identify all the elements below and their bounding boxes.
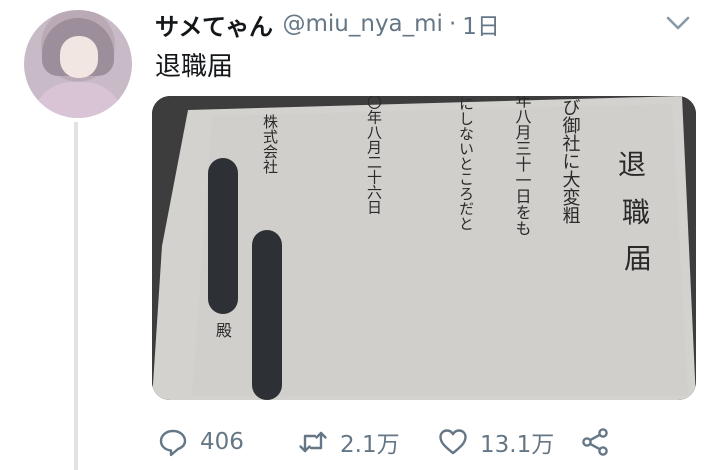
like-button[interactable]: 13.1万 <box>438 422 554 462</box>
letter-title-char-3: 届 <box>624 242 652 275</box>
chevron-down-icon[interactable] <box>664 12 692 34</box>
letter-body-line-1: このたび御社に大変粗 <box>560 96 581 224</box>
display-name[interactable]: サメてゃん <box>155 7 273 42</box>
letter-body-line-3: 新卒を大事にしないところだと <box>457 96 475 231</box>
letter-honorific: 殿 <box>216 321 232 340</box>
tweet-text: 退職届 <box>155 52 234 82</box>
share-icon <box>582 428 608 456</box>
separator-dot: · <box>448 11 457 37</box>
like-count: 13.1万 <box>480 432 555 458</box>
avatar[interactable] <box>24 10 132 118</box>
tweet-media-image[interactable]: 退 職 届 このたび御社に大変粗 二〇二〇年八月三十一日をも 新卒を大事にしない… <box>152 96 696 400</box>
timestamp[interactable]: 1日 <box>462 7 500 41</box>
redaction-bar-2 <box>252 230 282 400</box>
reply-button[interactable]: 406 <box>158 422 244 462</box>
retweet-count: 2.1万 <box>340 432 400 458</box>
thread-line <box>74 122 78 470</box>
letter-title-char-2: 職 <box>622 196 650 229</box>
user-handle[interactable]: @miu_nya_mi <box>283 11 443 37</box>
letter-date: 二〇二〇年八月二十六日 <box>365 96 383 215</box>
letter-title-char-1: 退 <box>618 148 646 181</box>
retweet-button[interactable]: 2.1万 <box>298 422 400 462</box>
letter-company: 株式会社 <box>261 114 279 174</box>
reply-icon <box>159 429 187 457</box>
retweet-icon <box>299 431 327 453</box>
avatar-face <box>60 36 98 78</box>
tweet-header: サメてゃん @miu_nya_mi · 1日 <box>155 6 500 42</box>
like-icon <box>439 429 467 455</box>
reply-count: 406 <box>200 429 244 455</box>
avatar-shirt <box>32 82 124 118</box>
letter-body-line-2: 二〇二〇年八月三十一日をも <box>513 96 532 236</box>
share-button[interactable] <box>580 422 610 462</box>
resignation-letter-photo: 退 職 届 このたび御社に大変粗 二〇二〇年八月三十一日をも 新卒を大事にしない… <box>152 96 696 400</box>
redaction-bar-1 <box>208 158 238 314</box>
tweet-actions: 406 2.1万 13.1万 <box>152 422 672 462</box>
